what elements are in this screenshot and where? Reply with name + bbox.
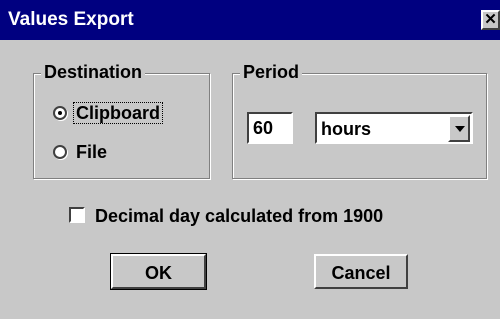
ok-button-label: OK: [145, 263, 172, 283]
cancel-button[interactable]: Cancel: [314, 254, 408, 289]
file-label: File: [76, 142, 108, 162]
period-legend: Period: [240, 61, 303, 83]
radio-clipboard[interactable]: Clipboard: [53, 102, 203, 126]
period-value-input[interactable]: [247, 112, 293, 144]
file-radio-button[interactable]: [53, 145, 67, 159]
window-title: Values Export: [8, 9, 134, 30]
close-icon: ✕: [484, 11, 497, 28]
decimal-day-checkbox[interactable]: [69, 207, 85, 223]
destination-legend: Destination: [41, 61, 146, 83]
chevron-down-icon[interactable]: [448, 115, 470, 142]
clipboard-radio-button[interactable]: [53, 106, 67, 120]
clipboard-label-text: Clipboard: [73, 102, 163, 124]
decimal-day-checkbox-row[interactable]: Decimal day calculated from 1900: [69, 205, 459, 229]
destination-group: Destination Clipboard File: [33, 61, 210, 179]
period-group: Period hours: [232, 61, 487, 179]
ok-button[interactable]: OK: [110, 253, 207, 290]
close-button[interactable]: ✕: [481, 10, 500, 30]
period-unit-value: hours: [321, 119, 372, 139]
values-export-dialog: Values Export ✕ Destination Clipboard Fi…: [0, 0, 500, 319]
cancel-button-label: Cancel: [331, 263, 391, 283]
clipboard-label: Clipboard: [73, 102, 163, 124]
decimal-day-label: Decimal day calculated from 1900: [95, 206, 384, 226]
radio-file[interactable]: File: [53, 141, 203, 165]
period-unit-select[interactable]: hours: [315, 112, 473, 144]
title-bar[interactable]: Values Export ✕: [0, 0, 500, 40]
